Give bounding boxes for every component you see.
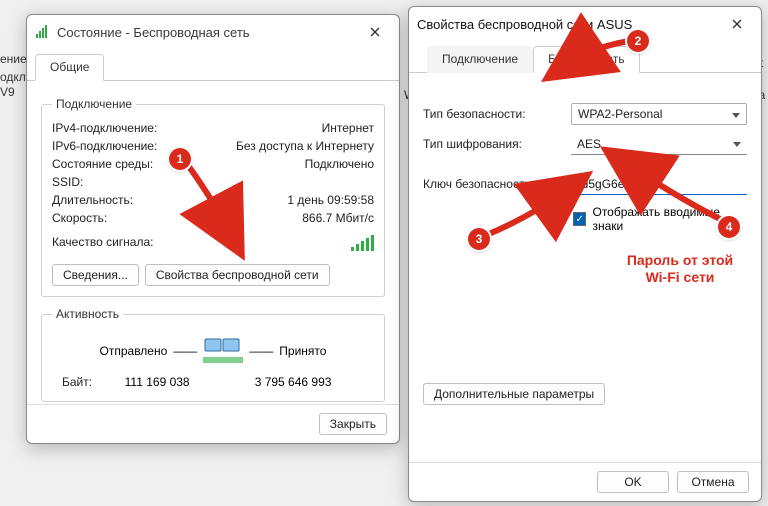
close-button[interactable]: [359, 21, 391, 43]
dialog-body: Подключение IPv4-подключение: Интернет IP…: [27, 81, 399, 404]
signal-quality-label: Качество сигнала:: [52, 235, 153, 254]
tab-bar: Общие: [27, 53, 399, 81]
bg-text: V9: [0, 85, 15, 99]
tab-general[interactable]: Общие: [35, 54, 104, 81]
wireless-properties-button[interactable]: Свойства беспроводной сети: [145, 264, 330, 286]
bytes-sent: 111 169 038: [125, 375, 190, 389]
activity-legend: Активность: [52, 307, 123, 321]
titlebar: Свойства беспроводной сети ASUS: [409, 7, 761, 41]
status-dialog: Состояние - Беспроводная сеть Общие Подк…: [26, 14, 400, 444]
dialog-title: Состояние - Беспроводная сеть: [57, 25, 353, 40]
media-state-value: Подключено: [305, 157, 374, 171]
speed-label: Скорость:: [52, 211, 107, 225]
close-button[interactable]: [721, 13, 753, 35]
dialog-title: Свойства беспроводной сети ASUS: [417, 17, 715, 32]
duration-label: Длительность:: [52, 193, 133, 207]
show-chars-label: Отображать вводимые знаки: [592, 205, 747, 233]
advanced-settings-button[interactable]: Дополнительные параметры: [423, 383, 605, 405]
details-button[interactable]: Сведения...: [52, 264, 139, 286]
encryption-type-value: AES: [577, 137, 601, 151]
titlebar: Состояние - Беспроводная сеть: [27, 15, 399, 49]
cancel-button[interactable]: Отмена: [677, 471, 749, 493]
duration-value: 1 день 09:59:58: [287, 193, 374, 207]
ipv6-label: IPv6-подключение:: [52, 139, 157, 153]
tab-connection[interactable]: Подключение: [427, 46, 533, 73]
security-type-label: Тип безопасности:: [423, 107, 563, 121]
recv-label: Принято: [279, 344, 326, 358]
ok-button[interactable]: OK: [597, 471, 669, 493]
security-type-select[interactable]: WPA2-Personal: [571, 103, 747, 125]
ipv6-value: Без доступа к Интернету: [236, 139, 374, 153]
activity-group: Активность Отправлено —— —— Принято Байт…: [41, 307, 385, 402]
dash: ——: [173, 344, 197, 358]
speed-value: 866.7 Мбит/с: [302, 211, 374, 225]
sent-label: Отправлено: [100, 344, 168, 358]
dialog-footer: Закрыть: [27, 404, 399, 443]
properties-dialog: Свойства беспроводной сети ASUS Подключе…: [408, 6, 762, 502]
bytes-recv: 3 795 646 993: [255, 375, 332, 389]
connection-group: Подключение IPv4-подключение: Интернет IP…: [41, 97, 385, 297]
wifi-icon: [35, 23, 51, 42]
security-type-value: WPA2-Personal: [578, 107, 662, 121]
ipv4-value: Интернет: [322, 121, 374, 135]
dialog-body: Тип безопасности: WPA2-Personal Тип шифр…: [409, 73, 761, 462]
encryption-type-select[interactable]: AES: [571, 133, 747, 155]
encryption-type-label: Тип шифрования:: [423, 137, 563, 151]
tab-security[interactable]: Безопасность: [533, 46, 640, 73]
computers-icon: [203, 335, 243, 367]
connection-legend: Подключение: [52, 97, 136, 111]
close-action-button[interactable]: Закрыть: [319, 413, 387, 435]
security-key-value: Ld5gG6e3G3: [575, 177, 647, 191]
security-key-label: Ключ безопасности сети: [423, 177, 563, 191]
ipv4-label: IPv4-подключение:: [52, 121, 157, 135]
ssid-label: SSID:: [52, 175, 83, 189]
dash: ——: [249, 344, 273, 358]
signal-bars-icon: [351, 235, 374, 254]
bytes-label: Байт:: [62, 375, 92, 389]
dialog-footer: OK Отмена: [409, 462, 761, 501]
security-key-input[interactable]: Ld5gG6e3G3: [571, 173, 747, 195]
tab-bar: Подключение Безопасность: [409, 45, 761, 73]
media-state-label: Состояние среды:: [52, 157, 153, 171]
show-chars-checkbox[interactable]: ✓: [573, 212, 586, 226]
